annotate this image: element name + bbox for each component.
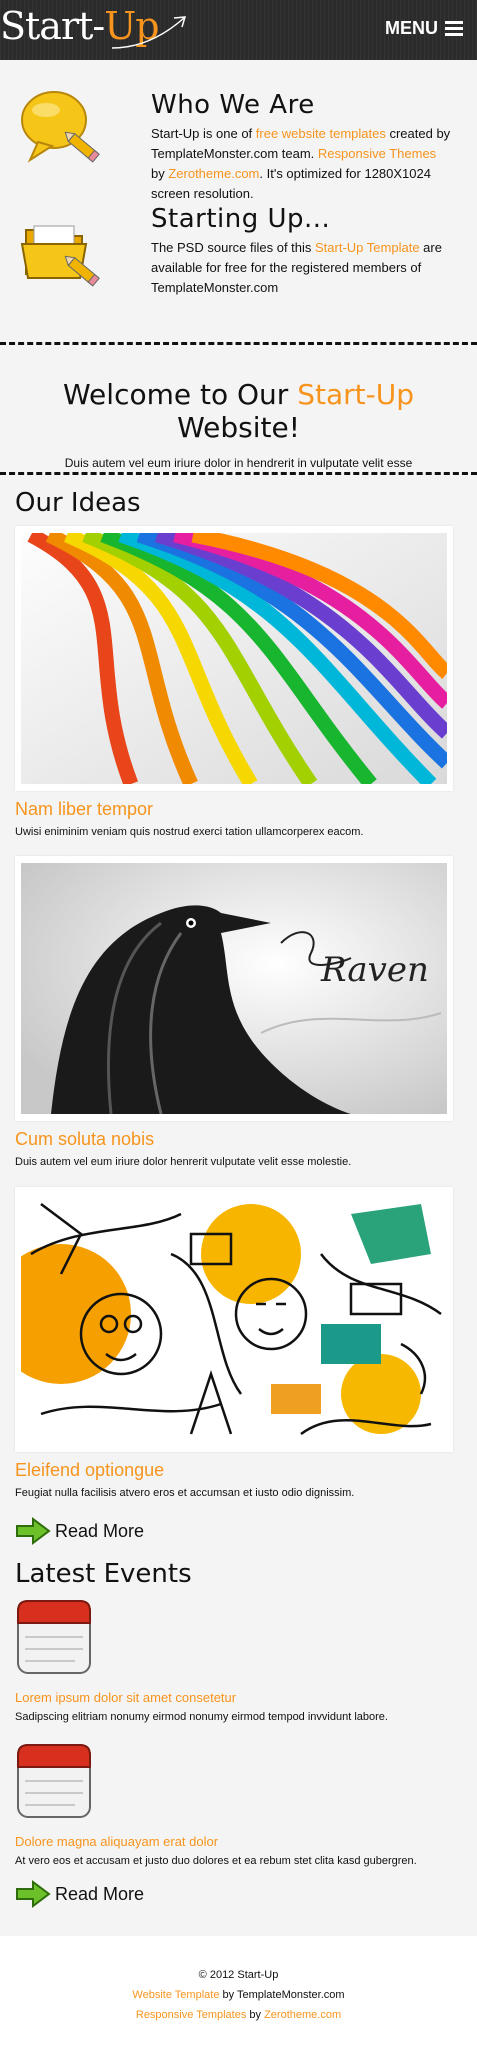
starting-up-section: Starting Up... The PSD source files of t… <box>0 194 477 342</box>
ideas-read-more-button[interactable]: Read More <box>15 1517 144 1545</box>
event-text: Sadipscing elitriam nonumy eirmod nonumy… <box>15 1711 388 1723</box>
raven-signature-text: Raven <box>320 950 429 990</box>
idea-text: Duis autem vel eum iriure dolor henrerit… <box>15 1156 352 1168</box>
rainbow-pencils-image <box>21 533 447 784</box>
event-item: Dolore magna aliquayam erat dolor At ver… <box>15 1741 455 1867</box>
welcome-post: Website! <box>177 411 300 444</box>
read-more-label: Read More <box>55 1883 145 1904</box>
starting-up-title: Starting Up... <box>151 204 331 234</box>
idea-title[interactable]: Cum soluta nobis <box>15 1129 453 1150</box>
menu-button[interactable]: MENU <box>385 18 463 39</box>
start-up-template-link[interactable]: Start-Up Template <box>315 240 420 255</box>
event-title[interactable]: Lorem ipsum dolor sit amet consetetur <box>15 1690 455 1705</box>
read-more-label: Read More <box>55 1520 145 1541</box>
logo-text: Start- <box>0 4 105 48</box>
welcome-pre: Welcome to Our <box>63 378 298 411</box>
idea-text: Uwisi eniminim veniam quis nostrud exerc… <box>15 826 364 838</box>
welcome-title: Welcome to Our Start-Up Website! <box>0 345 477 444</box>
who-text-1: Start-Up is one of <box>151 126 256 141</box>
who-we-are-section: Who We Are Start-Up is one of free websi… <box>0 66 477 201</box>
who-text-3: by <box>151 166 169 181</box>
folder-pencil-icon <box>18 212 102 297</box>
zerotheme-link[interactable]: Zerotheme.com <box>168 166 259 181</box>
idea-card: Nam liber tempor Uwisi eniminim veniam q… <box>15 526 453 838</box>
our-ideas-title: Our Ideas <box>15 488 141 518</box>
idea-image-frame[interactable] <box>15 526 453 791</box>
who-we-are-text: Start-Up is one of free website template… <box>151 124 451 204</box>
welcome-accent: Start-Up <box>297 378 414 411</box>
event-title[interactable]: Dolore magna aliquayam erat dolor <box>15 1834 455 1849</box>
site-header: Start-Up MENU <box>0 0 477 60</box>
website-template-link[interactable]: Website Template <box>132 1989 219 2001</box>
copyright-text: © 2012 Start-Up <box>198 1969 279 1981</box>
latest-events-title: Latest Events <box>15 1559 192 1589</box>
calendar-icon <box>17 1600 91 1674</box>
dashed-divider <box>0 472 477 475</box>
welcome-subtitle: Duis autem vel eum iriure dolor in hendr… <box>64 456 413 470</box>
footer-l2-text: by TemplateMonster.com <box>219 1989 345 2001</box>
calendar-icon <box>17 1744 91 1818</box>
event-text: At vero eos et accusam et justo duo dolo… <box>15 1855 417 1867</box>
event-item: Lorem ipsum dolor sit amet consetetur Sa… <box>15 1597 455 1723</box>
idea-card: Eleifend optiongue Feugiat nulla facilis… <box>15 1187 453 1499</box>
idea-card: Raven Cum soluta nobis Duis autem vel eu… <box>15 856 453 1168</box>
start-text-1: The PSD source files of this <box>151 240 316 255</box>
welcome-section: Welcome to Our Start-Up Website! Duis au… <box>0 345 477 472</box>
footer-zerotheme-link[interactable]: Zerotheme.com <box>264 2009 341 2021</box>
idea-image-frame[interactable]: Raven <box>15 856 453 1121</box>
hamburger-icon <box>445 21 463 36</box>
starting-up-text: The PSD source files of this Start-Up Te… <box>151 238 451 298</box>
logo-arrow-icon <box>111 16 187 49</box>
free-templates-link[interactable]: free website templates <box>256 126 386 141</box>
idea-image-frame[interactable] <box>15 1187 453 1452</box>
footer-l3-by: by <box>246 2009 265 2021</box>
site-footer: © 2012 Start-Up Website Template by Temp… <box>0 1936 477 2056</box>
menu-label: MENU <box>385 18 438 38</box>
idea-text: Feugiat nulla facilisis atvero eros et a… <box>15 1487 355 1499</box>
idea-title[interactable]: Nam liber tempor <box>15 799 453 820</box>
idea-title[interactable]: Eleifend optiongue <box>15 1460 453 1481</box>
green-arrow-icon <box>16 1517 51 1545</box>
logo[interactable]: Start-Up <box>0 4 187 49</box>
footer-line-3: Responsive Templates by Zerotheme.com <box>0 2005 477 2025</box>
events-read-more-button[interactable]: Read More <box>15 1880 144 1908</box>
who-we-are-title: Who We Are <box>151 90 315 120</box>
doodle-art-image <box>21 1194 447 1445</box>
speech-bubble-pencil-icon <box>18 88 102 173</box>
responsive-themes-link[interactable]: Responsive Themes <box>318 146 436 161</box>
green-arrow-icon <box>16 1880 51 1908</box>
responsive-templates-link[interactable]: Responsive Templates <box>136 2009 246 2021</box>
raven-sketch-image: Raven <box>21 863 447 1114</box>
footer-line-2: Website Template by TemplateMonster.com <box>0 1985 477 2005</box>
